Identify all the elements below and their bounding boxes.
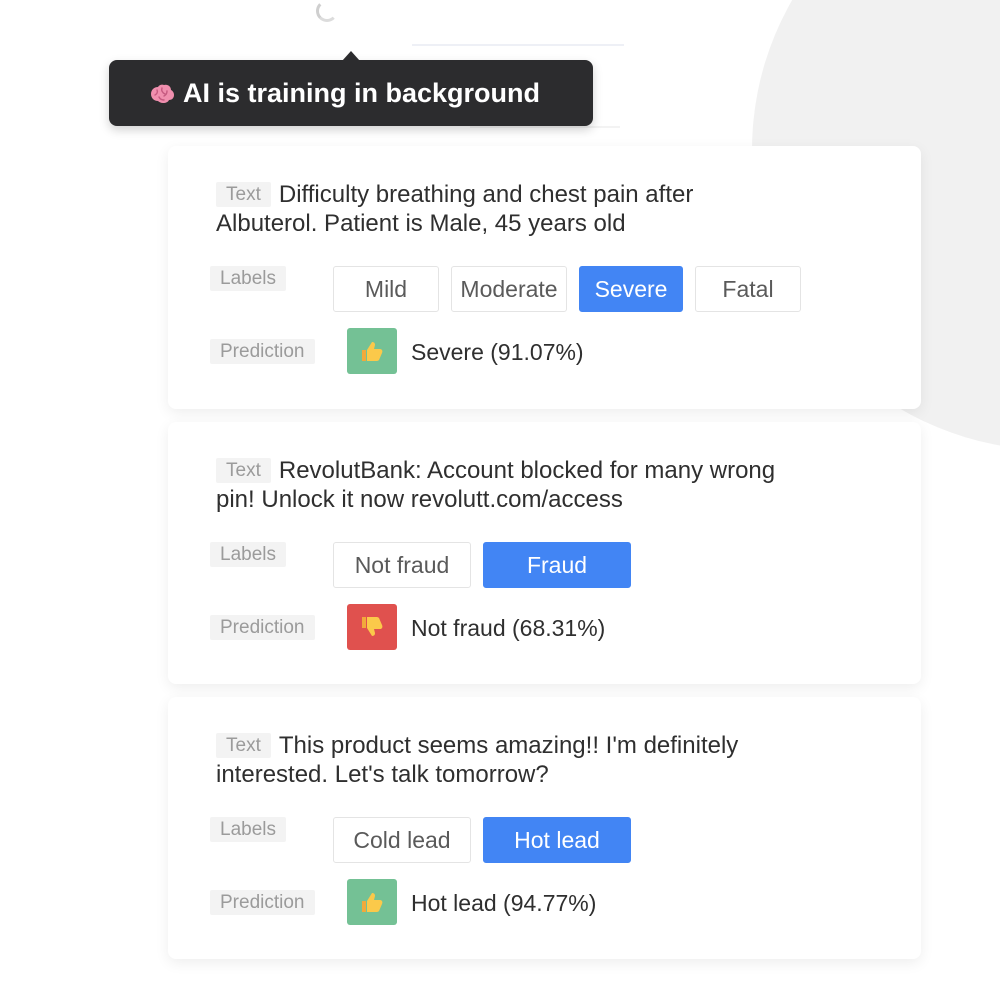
example-card: Text Difficulty breathing and chest pain …: [168, 146, 921, 409]
prediction-tag: Prediction: [210, 615, 315, 640]
labels-row: Labels: [210, 264, 286, 291]
stage: AI is training in background Text Difficu…: [0, 0, 1000, 997]
example-card: Text RevolutBank: Account blocked for man…: [168, 422, 921, 684]
example-card: Text This product seems amazing!! I'm def…: [168, 697, 921, 959]
labels-row: Labels: [210, 540, 286, 567]
label-chip-moderate[interactable]: Moderate: [451, 266, 567, 312]
example-text: This product seems amazing!! I'm definit…: [216, 732, 739, 788]
label-chip-fatal[interactable]: Fatal: [695, 266, 801, 312]
example-text: RevolutBank: Account blocked for many wr…: [216, 457, 776, 513]
prediction-row: Prediction: [210, 339, 315, 364]
label-chip-not-fraud[interactable]: Not fraud: [333, 542, 471, 588]
label-chip-mild[interactable]: Mild: [333, 266, 439, 312]
example-text-block: Text This product seems amazing!! I'm def…: [216, 731, 776, 789]
divider: [470, 126, 620, 128]
loading-spinner-icon: [316, 0, 338, 22]
thumbs-up-icon: [362, 893, 383, 912]
prediction-text: Hot lead (94.77%): [411, 890, 597, 916]
brain-icon: [151, 84, 174, 103]
prediction-text: Not fraud (68.31%): [411, 615, 606, 641]
thumbs-up-icon: [362, 342, 383, 361]
text-tag: Text: [216, 458, 271, 483]
divider: [412, 44, 624, 46]
example-text-block: Text Difficulty breathing and chest pain …: [216, 180, 776, 238]
label-chip-hot-lead[interactable]: Hot lead: [483, 817, 631, 863]
prediction-badge: [347, 328, 397, 374]
text-tag: Text: [216, 182, 271, 207]
prediction-text: Severe (91.07%): [411, 339, 584, 365]
text-tag: Text: [216, 733, 271, 758]
label-chips: Not fraud Fraud: [333, 542, 631, 588]
prediction-row: Prediction: [210, 890, 315, 915]
prediction-tag: Prediction: [210, 339, 315, 364]
label-chip-cold-lead[interactable]: Cold lead: [333, 817, 471, 863]
labels-tag: Labels: [210, 542, 286, 567]
example-text: Difficulty breathing and chest pain afte…: [216, 181, 694, 237]
label-chip-severe[interactable]: Severe: [579, 266, 683, 312]
prediction-badge: [347, 879, 397, 925]
prediction-tag: Prediction: [210, 890, 315, 915]
label-chips: Mild Moderate Severe Fatal: [333, 266, 801, 312]
training-tooltip: AI is training in background: [109, 51, 593, 126]
tooltip-text: AI is training in background: [183, 77, 541, 108]
prediction-badge: [347, 604, 397, 650]
thumbs-down-icon: [362, 617, 383, 636]
labels-tag: Labels: [210, 266, 286, 291]
label-chips: Cold lead Hot lead: [333, 817, 631, 863]
example-text-block: Text RevolutBank: Account blocked for man…: [216, 456, 776, 514]
labels-row: Labels: [210, 815, 286, 842]
labels-tag: Labels: [210, 817, 286, 842]
prediction-row: Prediction: [210, 615, 315, 640]
label-chip-fraud[interactable]: Fraud: [483, 542, 631, 588]
